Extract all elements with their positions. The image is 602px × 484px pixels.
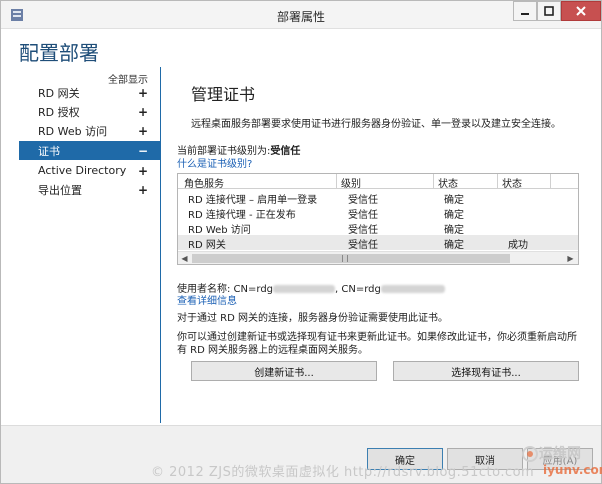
close-icon [576,6,586,16]
expand-icon: + [137,123,148,138]
view-details-link[interactable]: 查看详细信息 [177,292,237,307]
table-row[interactable]: RD 连接代理 – 启用单一登录 受信任 确定 [178,190,578,206]
expand-icon: + [137,163,148,178]
title-bar: 部署属性 [1,1,601,29]
column-header-level[interactable]: 级别 [341,175,361,190]
maximize-button[interactable] [537,1,561,21]
issued-mid: , CN=rdg [335,284,381,295]
column-divider[interactable] [336,174,337,189]
role-cell: RD Web 访问 [188,225,251,236]
sidebar-item-label: 导出位置 [38,183,82,197]
scroll-right-icon[interactable]: ▶ [564,252,577,265]
expand-icon: + [137,85,148,100]
grid-header: 角色服务 级别 状态 状态 [178,174,578,190]
status2-cell: 成功 [508,240,528,251]
deployment-properties-window: 部署属性 配置部署 全部显示 RD 网关 + RD 授权 + RD Web 访问… [0,0,602,484]
sidebar-item-rd-licensing[interactable]: RD 授权 + [19,102,160,121]
sidebar-item-label: RD Web 访问 [38,124,108,138]
collapse-icon: − [137,143,148,158]
grip-icon [342,255,348,262]
role-services-grid[interactable]: 角色服务 级别 状态 状态 RD 连接代理 – 启用单一登录 受信任 确定 RD… [177,173,579,265]
role-cell: RD 连接代理 – 启用单一登录 [188,195,318,206]
column-divider[interactable] [433,174,434,189]
role-cell: RD 网关 [188,240,226,251]
section-title: 管理证书 [191,85,256,104]
sidebar-item-label: 证书 [38,144,60,158]
expand-icon: + [137,104,148,119]
sidebar-item-rd-gateway[interactable]: RD 网关 + [19,83,160,102]
sidebar-item-rd-web-access[interactable]: RD Web 访问 + [19,121,160,140]
update-note: 你可以通过创建新证书或选择现有证书来更新此证书。如果修改此证书，你必须重新启动所… [177,332,577,356]
close-button[interactable] [561,1,601,21]
status-cell: 确定 [444,210,464,221]
sidebar-item-label: RD 网关 [38,86,80,100]
site-logo: 运维网 iyunv.com [521,441,602,481]
minimize-button[interactable] [513,1,537,21]
logo-sub-text: iyunv.com [543,463,602,477]
level-cell: 受信任 [348,225,378,236]
scroll-left-icon[interactable]: ◀ [178,252,191,265]
select-certificate-button[interactable]: 选择现有证书... [393,361,579,381]
gateway-note: 对于通过 RD 网关的连接，服务器身份验证需要使用此证书。 [177,313,449,324]
redacted-domain [380,285,445,293]
create-certificate-button[interactable]: 创建新证书... [191,361,377,381]
sidebar-item-active-directory[interactable]: Active Directory + [19,161,160,180]
sidebar-item-export-location[interactable]: 导出位置 + [19,180,160,199]
status-cell: 确定 [444,195,464,206]
status-cell: 确定 [444,225,464,236]
status-cell: 确定 [444,240,464,251]
column-header-role[interactable]: 角色服务 [184,175,224,190]
description-text: 远程桌面服务部署要求使用证书进行服务器身份验证、单一登录以及建立安全连接。 [191,119,561,130]
scrollbar-thumb[interactable] [192,254,510,263]
page-heading: 配置部署 [19,41,99,65]
level-cell: 受信任 [348,195,378,206]
column-header-status[interactable]: 状态 [438,175,458,190]
table-row-selected[interactable]: RD 网关 受信任 确定 成功 [178,235,578,251]
sidebar: 全部显示 RD 网关 + RD 授权 + RD Web 访问 + 证书 − Ac… [19,67,161,423]
table-row[interactable]: RD 连接代理 - 正在发布 受信任 确定 [178,205,578,221]
column-header-status-2[interactable]: 状态 [502,175,522,190]
level-value: 受信任 [270,146,301,157]
level-cell: 受信任 [348,210,378,221]
sidebar-item-label: RD 授权 [38,105,80,119]
redacted-domain [273,285,336,293]
role-cell: RD 连接代理 - 正在发布 [188,210,296,221]
logo-main-text: 运维网 [539,446,581,462]
logo-icon [522,446,538,462]
watermark-text: © 2012 ZJS的微软桌面虚拟化 http://rdsrv.blog.51c… [151,465,535,480]
table-row[interactable]: RD Web 访问 受信任 确定 [178,220,578,236]
level-cell: 受信任 [348,240,378,251]
sidebar-item-certificates[interactable]: 证书 − [19,141,160,160]
column-divider[interactable] [550,174,551,189]
sidebar-item-label: Active Directory [38,164,127,177]
maximize-icon [544,6,554,16]
window-title: 部署属性 [276,10,325,24]
column-divider[interactable] [497,174,498,189]
certificate-level-link[interactable]: 什么是证书级别? [177,155,252,170]
horizontal-scrollbar[interactable]: ◀ ▶ [178,251,578,264]
expand-icon: + [137,182,148,197]
minimize-icon [521,13,529,15]
